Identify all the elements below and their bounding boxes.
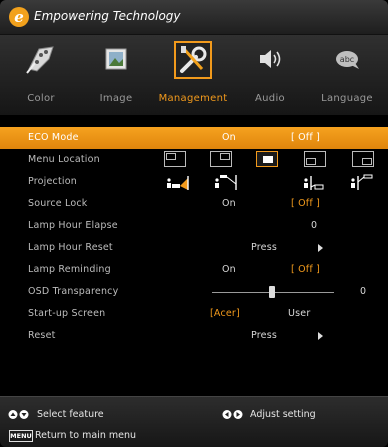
- startup-screen-acer[interactable]: [Acer]: [210, 308, 240, 319]
- front-ceiling-projection-icon[interactable]: [214, 174, 238, 191]
- select-feature-hint: Select feature: [37, 409, 104, 420]
- lamp-hour-reset-press[interactable]: Press: [251, 242, 277, 253]
- menu-list: ECO Mode On [ Off ] Menu Location Projec…: [0, 127, 388, 395]
- lamp-reminding-off[interactable]: [ Off ]: [291, 264, 320, 275]
- menu-row-menu-location[interactable]: Menu Location: [0, 149, 388, 171]
- tab-language[interactable]: abc Language: [309, 35, 385, 115]
- wrench-screwdriver-icon: [174, 41, 212, 79]
- eco-mode-on[interactable]: On: [222, 132, 236, 143]
- menu-row-reset[interactable]: Reset Press: [0, 325, 388, 347]
- arrow-right-icon: [318, 244, 323, 252]
- rear-ceiling-projection-icon[interactable]: [350, 174, 374, 191]
- source-lock-off[interactable]: [ Off ]: [291, 198, 320, 209]
- lamp-reminding-on[interactable]: On: [222, 264, 236, 275]
- menu-row-osd-transparency[interactable]: OSD Transparency 0: [0, 281, 388, 303]
- location-top-right-option[interactable]: [210, 151, 232, 167]
- source-lock-on[interactable]: On: [222, 198, 236, 209]
- menu-row-source-lock[interactable]: Source Lock On [ Off ]: [0, 193, 388, 215]
- tab-audio-label: Audio: [255, 93, 285, 104]
- up-down-buttons-icon: [8, 410, 29, 419]
- osd-menu: e Empowering Technology Color Image Mana…: [0, 0, 388, 447]
- menu-row-lamp-hour-elapse: Lamp Hour Elapse 0: [0, 215, 388, 237]
- language-globe-icon: abc: [336, 51, 359, 69]
- lamp-hour-elapse-value: 0: [311, 220, 318, 231]
- eco-mode-label: ECO Mode: [28, 132, 79, 143]
- location-bottom-left-option[interactable]: [304, 151, 326, 167]
- arrow-right-icon: [318, 332, 323, 340]
- tab-image[interactable]: Image: [78, 35, 154, 115]
- tab-audio[interactable]: Audio: [232, 35, 308, 115]
- location-center-option[interactable]: [256, 151, 278, 167]
- osd-transparency-value: 0: [360, 286, 367, 297]
- tab-language-label: Language: [321, 93, 373, 104]
- tab-management-label: Management: [158, 93, 228, 104]
- menu-row-eco-mode[interactable]: ECO Mode On [ Off ]: [0, 127, 388, 149]
- svg-text:abc: abc: [340, 55, 354, 64]
- menu-location-label: Menu Location: [28, 154, 100, 165]
- rear-desktop-projection-icon[interactable]: [303, 174, 327, 191]
- acer-e-logo: e: [9, 7, 29, 27]
- location-bottom-right-option[interactable]: [352, 151, 374, 167]
- source-lock-label: Source Lock: [28, 198, 88, 209]
- title-bar: e Empowering Technology: [0, 0, 388, 35]
- lamp-hour-reset-label: Lamp Hour Reset: [28, 242, 113, 253]
- eco-mode-off[interactable]: [ Off ]: [291, 132, 320, 143]
- return-main-menu-hint: Return to main menu: [35, 430, 136, 441]
- projection-label: Projection: [28, 176, 77, 187]
- speaker-icon: [260, 50, 281, 68]
- reset-press[interactable]: Press: [251, 330, 277, 341]
- tab-management[interactable]: Management: [155, 35, 231, 115]
- help-footer: Select feature Adjust setting MENU Retur…: [0, 396, 388, 447]
- color-palette-icon: [26, 46, 54, 74]
- location-top-left-option[interactable]: [164, 151, 186, 167]
- slider-handle[interactable]: [269, 286, 275, 298]
- reset-label: Reset: [28, 330, 56, 341]
- startup-screen-user[interactable]: User: [288, 308, 310, 319]
- lamp-hour-elapse-label: Lamp Hour Elapse: [28, 220, 118, 231]
- menu-row-lamp-reminding[interactable]: Lamp Reminding On [ Off ]: [0, 259, 388, 281]
- menu-row-startup-screen[interactable]: Start-up Screen [Acer] User: [0, 303, 388, 325]
- tab-bar: Color Image Management Audio abc Languag…: [0, 35, 388, 115]
- front-desktop-projection-icon[interactable]: [166, 174, 190, 191]
- menu-key-icon: MENU: [9, 430, 33, 442]
- brand-text: Empowering Technology: [34, 9, 181, 23]
- menu-row-lamp-hour-reset[interactable]: Lamp Hour Reset Press: [0, 237, 388, 259]
- image-icon: [105, 48, 127, 70]
- osd-transparency-label: OSD Transparency: [28, 286, 119, 297]
- tab-image-label: Image: [99, 93, 133, 104]
- lamp-reminding-label: Lamp Reminding: [28, 264, 111, 275]
- adjust-setting-hint: Adjust setting: [250, 409, 316, 420]
- tab-color-label: Color: [27, 93, 55, 104]
- startup-screen-label: Start-up Screen: [28, 308, 106, 319]
- tab-color[interactable]: Color: [3, 35, 79, 115]
- menu-row-projection[interactable]: Projection: [0, 171, 388, 193]
- left-right-buttons-icon: [222, 410, 243, 419]
